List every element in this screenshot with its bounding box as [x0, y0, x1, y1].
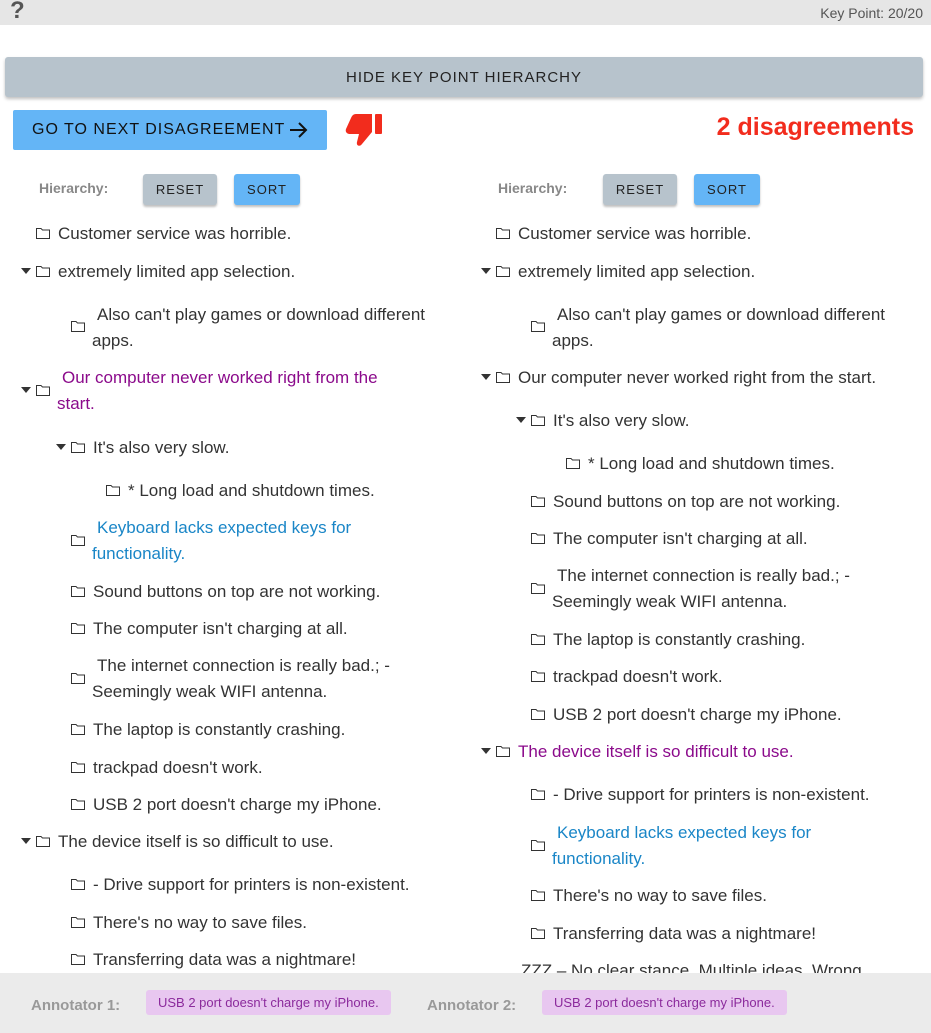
disagreement-count: 2 disagreements — [716, 113, 914, 141]
tree-node[interactable]: Customer service was horrible. — [496, 221, 751, 247]
tree-node[interactable]: trackpad doesn't work. — [71, 755, 263, 781]
tree-node[interactable]: Sound buttons on top are not working. — [531, 489, 840, 515]
annotator-2-label: Annotator 2: — [427, 997, 517, 1014]
right-hierarchy-label: Hierarchy: — [498, 180, 568, 196]
collapse-caret-icon[interactable] — [481, 748, 491, 754]
right-hierarchy-tree: Customer service was horrible. extremely… — [460, 210, 931, 973]
tree-node[interactable]: extremely limited app selection. — [36, 259, 295, 285]
tree-node[interactable]: Our computer never worked right from the… — [496, 365, 876, 391]
tree-node[interactable]: The device itself is so difficult to use… — [36, 829, 334, 855]
next-disagreement-button[interactable]: GO TO NEXT DISAGREEMENT — [13, 110, 327, 150]
tree-node-highlighted[interactable]: The device itself is so difficult to use… — [496, 739, 794, 765]
collapse-caret-icon[interactable] — [21, 268, 31, 274]
tree-node[interactable]: ZZZ – No clear stance. Multiple ideas. W… — [521, 958, 862, 973]
annotator-1-chip: USB 2 port doesn't charge my iPhone. — [146, 990, 391, 1015]
tree-node[interactable]: Customer service was horrible. — [36, 221, 291, 247]
collapse-caret-icon[interactable] — [481, 374, 491, 380]
collapse-caret-icon[interactable] — [21, 387, 31, 393]
tree-node[interactable]: It's also very slow. — [71, 435, 229, 461]
help-icon[interactable]: ? — [10, 0, 25, 25]
tree-node[interactable]: - Drive support for printers is non-exis… — [71, 872, 410, 898]
left-hierarchy-label: Hierarchy: — [39, 180, 109, 196]
right-sort-button[interactable]: SORT — [694, 174, 760, 205]
key-point-counter: Key Point: 20/20 — [820, 5, 923, 21]
tree-node[interactable]: Sound buttons on top are not working. — [71, 579, 380, 605]
tree-node[interactable]: trackpad doesn't work. — [531, 664, 723, 690]
thumbs-down-icon — [345, 112, 385, 153]
tree-node[interactable]: Transferring data was a nightmare! — [71, 947, 356, 973]
tree-node[interactable]: It's also very slow. — [531, 408, 689, 434]
collapse-caret-icon[interactable] — [516, 417, 526, 423]
left-reset-button[interactable]: RESET — [143, 174, 217, 205]
tree-node[interactable]: Also can't play games or download differ… — [531, 302, 911, 354]
tree-node[interactable]: The internet connection is really bad.; … — [71, 653, 411, 705]
tree-node[interactable]: USB 2 port doesn't charge my iPhone. — [71, 792, 382, 818]
left-hierarchy-tree: Customer service was horrible. extremely… — [0, 210, 460, 973]
tree-node[interactable]: USB 2 port doesn't charge my iPhone. — [531, 702, 842, 728]
next-disagreement-label: GO TO NEXT DISAGREEMENT — [32, 121, 286, 138]
tree-node-highlighted[interactable]: Keyboard lacks expected keys for functio… — [531, 820, 871, 872]
left-sort-button[interactable]: SORT — [234, 174, 300, 205]
hide-hierarchy-button[interactable]: HIDE KEY POINT HIERARCHY — [5, 57, 923, 97]
tree-node[interactable]: * Long load and shutdown times. — [566, 451, 835, 477]
collapse-caret-icon[interactable] — [481, 268, 491, 274]
tree-node[interactable]: There's no way to save files. — [71, 910, 307, 936]
tree-node[interactable]: Transferring data was a nightmare! — [531, 921, 816, 947]
tree-node[interactable]: Also can't play games or download differ… — [71, 302, 451, 354]
tree-node[interactable]: extremely limited app selection. — [496, 259, 755, 285]
arrow-right-icon — [289, 121, 309, 139]
tree-node[interactable]: - Drive support for printers is non-exis… — [531, 782, 870, 808]
collapse-caret-icon[interactable] — [21, 838, 31, 844]
tree-node[interactable]: The computer isn't charging at all. — [531, 526, 808, 552]
tree-node[interactable]: The internet connection is really bad.; … — [531, 563, 871, 615]
tree-node[interactable]: There's no way to save files. — [531, 883, 767, 909]
right-reset-button[interactable]: RESET — [603, 174, 677, 205]
top-bar: ? Key Point: 20/20 — [0, 0, 931, 25]
tree-node-highlighted[interactable]: Our computer never worked right from the… — [36, 365, 416, 417]
tree-node-highlighted[interactable]: Keyboard lacks expected keys for functio… — [71, 515, 411, 567]
annotator-2-chip: USB 2 port doesn't charge my iPhone. — [542, 990, 787, 1015]
tree-node[interactable]: The computer isn't charging at all. — [71, 616, 348, 642]
tree-node[interactable]: * Long load and shutdown times. — [106, 478, 375, 504]
tree-node[interactable]: The laptop is constantly crashing. — [531, 627, 805, 653]
collapse-caret-icon[interactable] — [56, 444, 66, 450]
annotator-1-label: Annotator 1: — [31, 997, 121, 1014]
tree-node[interactable]: The laptop is constantly crashing. — [71, 717, 345, 743]
